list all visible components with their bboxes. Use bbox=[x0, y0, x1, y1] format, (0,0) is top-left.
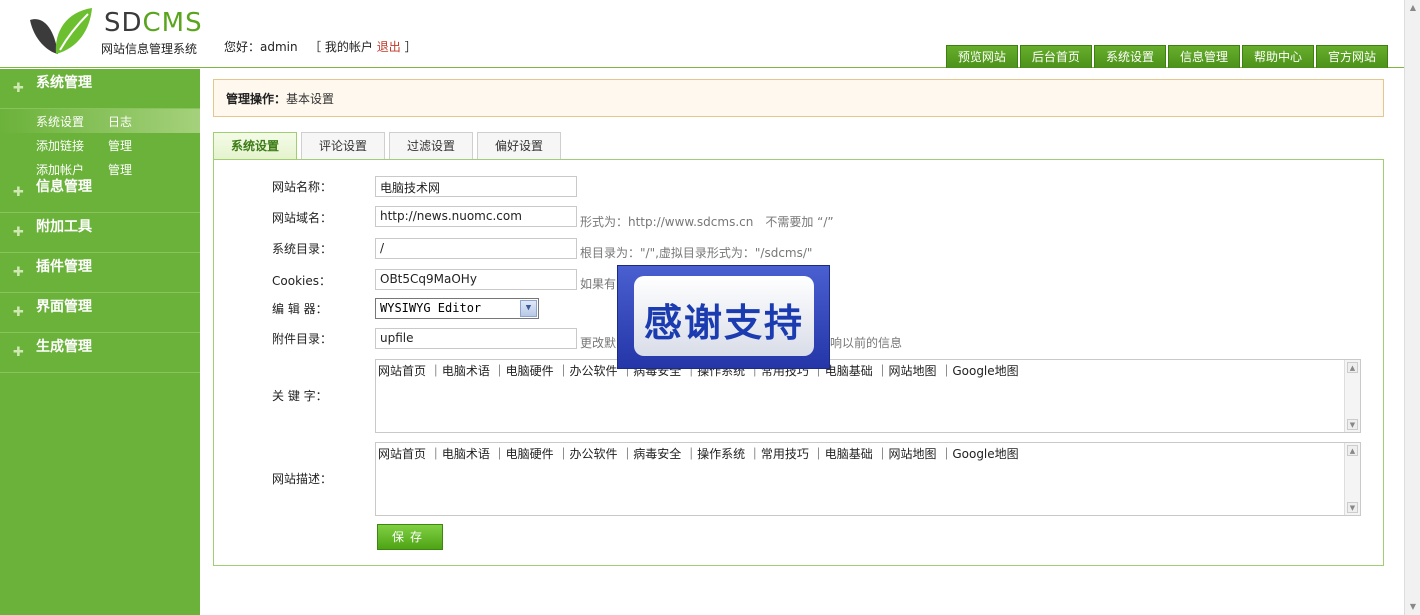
description-text: 网站首页 ｜电脑术语 ｜电脑硬件 ｜办公软件 ｜病毒安全 ｜操作系统 ｜常用技巧… bbox=[378, 447, 1019, 461]
logout-link[interactable]: 退出 bbox=[377, 40, 401, 54]
nav-help-center[interactable]: 帮助中心 bbox=[1241, 45, 1314, 68]
cookies-label: Cookies： bbox=[272, 274, 331, 288]
system-dir-label: 系统目录： bbox=[272, 242, 333, 256]
plus-icon: ✚ bbox=[13, 345, 24, 360]
system-dir-input[interactable]: / bbox=[375, 238, 577, 259]
sidebar-item-system-settings[interactable]: 系统设置 日志 bbox=[0, 109, 200, 133]
sidebar-group-tools[interactable]: ✚ 附加工具 bbox=[0, 213, 200, 253]
plus-icon: ✚ bbox=[13, 81, 24, 96]
save-button[interactable]: 保存 bbox=[377, 524, 443, 550]
sidebar-group-title: 信息管理 bbox=[36, 179, 92, 195]
editor-label: 编 辑 器： bbox=[272, 302, 328, 316]
leaf-logo-icon bbox=[30, 8, 92, 54]
settings-tabs: 系统设置 评论设置 过滤设置 偏好设置 bbox=[213, 132, 561, 161]
tab-comment-settings[interactable]: 评论设置 bbox=[301, 132, 385, 160]
scroll-down-icon[interactable]: ▼ bbox=[1408, 602, 1418, 612]
arrow-up-icon[interactable]: ▲ bbox=[1347, 445, 1358, 456]
upload-dir-hint: 更改默 bbox=[580, 336, 617, 350]
arrow-down-icon[interactable]: ▼ bbox=[1347, 502, 1358, 513]
editor-selected-value: WYSIWYG Editor bbox=[380, 301, 482, 315]
keywords-label: 关 键 字： bbox=[272, 389, 328, 403]
nav-info-management[interactable]: 信息管理 bbox=[1167, 45, 1240, 68]
nav-system-settings[interactable]: 系统设置 bbox=[1093, 45, 1166, 68]
sidebar-group-title: 插件管理 bbox=[36, 259, 92, 275]
logo-text: SDCMS bbox=[104, 8, 203, 38]
description-textarea[interactable]: 网站首页 ｜电脑术语 ｜电脑硬件 ｜办公软件 ｜病毒安全 ｜操作系统 ｜常用技巧… bbox=[375, 442, 1361, 516]
sidebar-group-title: 系统管理 bbox=[36, 75, 92, 91]
arrow-down-icon[interactable]: ▼ bbox=[1347, 419, 1358, 430]
plus-icon: ✚ bbox=[13, 305, 24, 320]
nav-admin-home[interactable]: 后台首页 bbox=[1019, 45, 1092, 68]
sidebar-group-interface[interactable]: ✚ 界面管理 bbox=[0, 293, 200, 333]
system-dir-hint: 根目录为："/",虚拟目录形式为："/sdcms/" bbox=[580, 246, 813, 260]
keywords-scrollbar[interactable]: ▲ ▼ bbox=[1344, 360, 1360, 432]
sidebar-group-info[interactable]: ✚ 信息管理 bbox=[0, 173, 200, 213]
breadcrumb-current: 基本设置 bbox=[286, 92, 335, 106]
account-bracket: ］ bbox=[404, 40, 417, 54]
my-account-link[interactable]: ［ 我的帐户 bbox=[309, 40, 373, 54]
upload-dir-input[interactable]: upfile bbox=[375, 328, 577, 349]
arrow-up-icon[interactable]: ▲ bbox=[1347, 362, 1358, 373]
keywords-textarea[interactable]: 网站首页 ｜电脑术语 ｜电脑硬件 ｜办公软件 ｜病毒安全 ｜操作系统 ｜常用技巧… bbox=[375, 359, 1361, 433]
sidebar-group-title: 界面管理 bbox=[36, 299, 92, 315]
site-domain-input[interactable]: http://news.nuomc.com bbox=[375, 206, 577, 227]
breadcrumb: 管理操作：基本设置 bbox=[213, 79, 1384, 117]
user-greeting: 您好：admin ［ 我的帐户 退出 ］ bbox=[224, 38, 417, 55]
tab-system-settings[interactable]: 系统设置 bbox=[213, 132, 297, 161]
page-scrollbar[interactable]: ▲ ▼ bbox=[1404, 0, 1420, 615]
description-label: 网站描述： bbox=[272, 472, 333, 486]
sidebar-link-system-settings[interactable]: 系统设置 bbox=[36, 113, 84, 130]
upload-dir-hint-tail: 影响以前的信息 bbox=[818, 336, 903, 350]
app-header: SDCMS 网站信息管理系统 您好：admin ［ 我的帐户 退出 ］ 预览网站… bbox=[0, 0, 1404, 68]
sidebar-item-add-link[interactable]: 添加链接 管理 bbox=[0, 133, 200, 157]
thanks-overlay: 感谢支持 bbox=[617, 265, 830, 369]
plus-icon: ✚ bbox=[13, 185, 24, 200]
top-nav: 预览网站 后台首页 系统设置 信息管理 帮助中心 官方网站 bbox=[945, 45, 1388, 68]
logo-subtitle: 网站信息管理系统 bbox=[101, 42, 198, 56]
site-name-label: 网站名称： bbox=[272, 180, 333, 194]
site-name-input[interactable]: 电脑技术网 bbox=[375, 176, 577, 197]
scroll-up-icon[interactable]: ▲ bbox=[1408, 3, 1418, 13]
sidebar-link-add-link[interactable]: 添加链接 bbox=[36, 137, 84, 154]
sidebar: ✚ 系统管理 系统设置 日志 添加链接 管理 添加帐户 管理 ✚ 信息管理 ✚ … bbox=[0, 69, 200, 615]
cookies-input[interactable]: OBt5Cq9MaOHy bbox=[375, 269, 577, 290]
upload-dir-label: 附件目录： bbox=[272, 332, 333, 346]
site-domain-label: 网站域名： bbox=[272, 211, 333, 225]
description-scrollbar[interactable]: ▲ ▼ bbox=[1344, 443, 1360, 515]
sidebar-link-log[interactable]: 日志 bbox=[108, 113, 132, 130]
tab-filter-settings[interactable]: 过滤设置 bbox=[389, 132, 473, 160]
sidebar-link-manage-links[interactable]: 管理 bbox=[108, 137, 132, 154]
plus-icon: ✚ bbox=[13, 225, 24, 240]
cookies-hint: 如果有 bbox=[580, 277, 617, 291]
tab-preference-settings[interactable]: 偏好设置 bbox=[477, 132, 561, 160]
sidebar-group-plugins[interactable]: ✚ 插件管理 bbox=[0, 253, 200, 293]
plus-icon: ✚ bbox=[13, 265, 24, 280]
editor-select[interactable]: WYSIWYG Editor ▼ bbox=[375, 298, 539, 319]
logo-cms: CMS bbox=[142, 8, 203, 38]
chevron-down-icon[interactable]: ▼ bbox=[520, 300, 537, 317]
logo-sd: SD bbox=[104, 8, 143, 38]
nav-official-site[interactable]: 官方网站 bbox=[1315, 45, 1388, 68]
sidebar-group-title: 附加工具 bbox=[36, 219, 92, 235]
sidebar-group-title: 生成管理 bbox=[36, 339, 92, 355]
greeting-text: 您好：admin bbox=[224, 40, 298, 54]
thanks-text: 感谢支持 bbox=[643, 301, 804, 345]
site-domain-hint: 形式为：http://www.sdcms.cn 不需要加 “/” bbox=[580, 215, 834, 229]
sidebar-item-add-account[interactable]: 添加帐户 管理 bbox=[0, 157, 200, 177]
breadcrumb-label: 管理操作： bbox=[226, 92, 287, 106]
nav-preview-site[interactable]: 预览网站 bbox=[945, 45, 1018, 68]
sidebar-group-system[interactable]: ✚ 系统管理 bbox=[0, 69, 200, 109]
sidebar-group-generate[interactable]: ✚ 生成管理 bbox=[0, 333, 200, 373]
thanks-badge: 感谢支持 bbox=[634, 276, 814, 356]
